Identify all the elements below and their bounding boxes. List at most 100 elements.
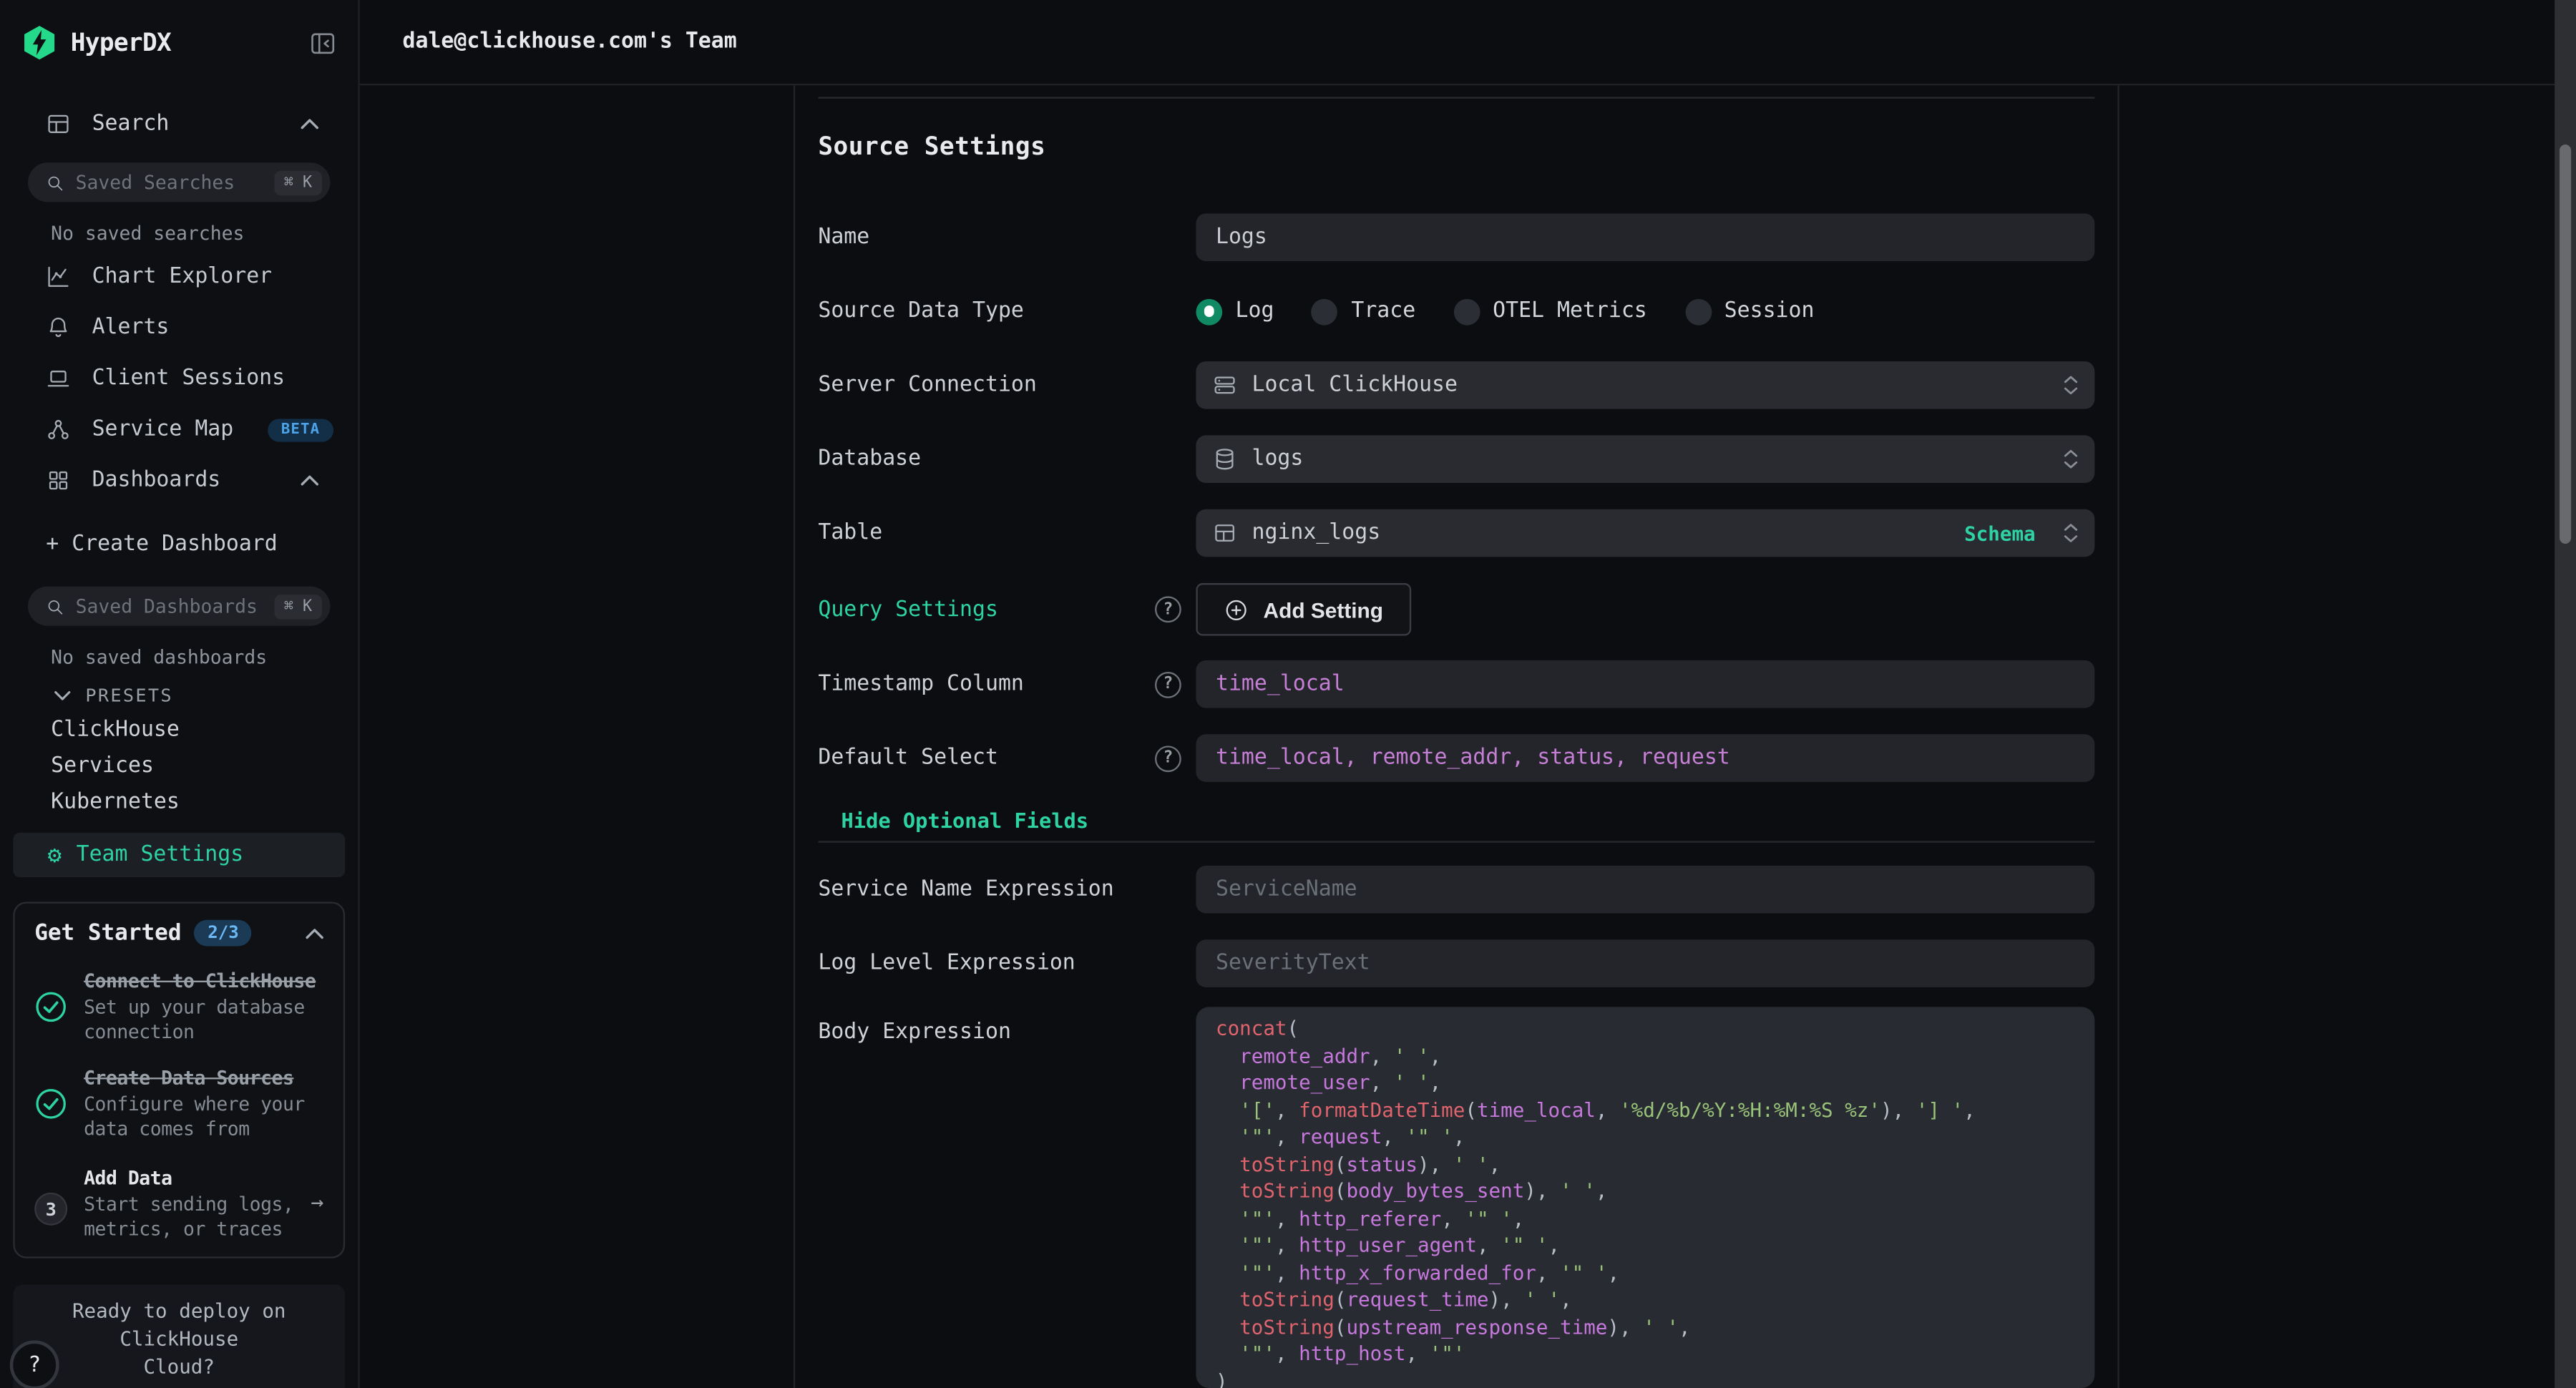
chevron-up-icon[interactable] xyxy=(301,117,318,129)
progress-badge: 2/3 xyxy=(195,920,252,947)
database-select[interactable]: logs xyxy=(1196,435,2094,483)
radio-option-trace[interactable]: Trace xyxy=(1312,298,1415,325)
source-data-type-row: Source Data Type Log Trace OTEL Metrics xyxy=(818,288,2094,336)
default-select-row: Default Select ? xyxy=(818,734,2094,782)
help-circle-icon[interactable]: ? xyxy=(1155,745,1181,771)
get-started-card: Get Started 2/3 Connect to ClickHouse Se… xyxy=(13,901,345,1258)
preset-item-services[interactable]: Services xyxy=(0,748,358,784)
sidebar-item-alerts[interactable]: Alerts xyxy=(0,302,358,353)
main-content: Source Settings Name Source Data Type Lo… xyxy=(360,85,2576,1388)
create-dashboard-button[interactable]: + Create Dashboard xyxy=(0,516,358,572)
get-started-header[interactable]: Get Started 2/3 xyxy=(34,920,323,947)
presets-label: PRESETS xyxy=(85,684,173,705)
radio-label: Trace xyxy=(1351,299,1415,323)
brand-name: HyperDX xyxy=(71,28,171,57)
timestamp-column-label: Timestamp Column xyxy=(818,672,1024,696)
table-select[interactable]: nginx_logs Schema xyxy=(1196,509,2094,557)
sidebar-item-label: Service Map xyxy=(92,417,234,441)
server-connection-label: Server Connection xyxy=(818,373,1196,397)
service-map-icon xyxy=(46,417,70,441)
laptop-icon xyxy=(46,366,70,391)
deploy-promo-panel: Ready to deploy on ClickHouse Cloud? Get… xyxy=(13,1284,345,1388)
table-label: Table xyxy=(818,521,1196,545)
sidebar-section-search[interactable]: Search xyxy=(0,99,358,148)
radio-option-session[interactable]: Session xyxy=(1685,298,1815,325)
get-started-title: Get Started xyxy=(34,920,181,947)
step-description: Start sending logs, metrics, or traces xyxy=(84,1193,294,1241)
radio-icon[interactable] xyxy=(1453,298,1480,325)
scrollbar-thumb[interactable] xyxy=(2560,145,2571,544)
service-name-label: Service Name Expression xyxy=(818,877,1196,901)
saved-dashboards-input[interactable]: Saved Dashboards ⌘ K xyxy=(28,587,330,626)
radio-icon[interactable] xyxy=(1312,298,1338,325)
preset-item-kubernetes[interactable]: Kubernetes xyxy=(0,783,358,820)
presets-toggle[interactable]: PRESETS xyxy=(0,678,358,711)
chevron-up-icon[interactable] xyxy=(306,927,323,939)
search-icon xyxy=(46,173,64,191)
help-circle-icon[interactable]: ? xyxy=(1155,671,1181,698)
sidebar-section-label: Search xyxy=(92,111,170,135)
get-started-step-2[interactable]: Create Data Sources Configure where your… xyxy=(34,1066,323,1140)
shortcut-badge: ⌘ K xyxy=(274,170,322,195)
select-chevrons-icon xyxy=(2064,449,2079,470)
saved-searches-input[interactable]: Saved Searches ⌘ K xyxy=(28,162,330,202)
get-started-step-3[interactable]: 3 Add Data Start sending logs, metrics, … xyxy=(34,1166,323,1240)
radio-selected-icon[interactable] xyxy=(1196,298,1222,325)
default-select-label: Default Select xyxy=(818,746,998,770)
logo-row: HyperDX xyxy=(0,0,358,85)
step-title: Create Data Sources xyxy=(84,1066,323,1089)
saved-dashboards-placeholder: Saved Dashboards xyxy=(76,595,258,617)
preset-item-clickhouse[interactable]: ClickHouse xyxy=(0,711,358,748)
bell-icon xyxy=(46,316,70,340)
search-table-icon xyxy=(46,111,70,135)
add-setting-button[interactable]: Add Setting xyxy=(1196,583,1411,635)
chart-explorer-icon xyxy=(46,265,70,289)
timestamp-column-input[interactable] xyxy=(1196,660,2094,708)
radio-label: Session xyxy=(1724,299,1815,323)
radio-option-otel-metrics[interactable]: OTEL Metrics xyxy=(1453,298,1647,325)
sidebar-item-dashboards[interactable]: Dashboards xyxy=(0,455,358,506)
name-row: Name xyxy=(818,213,2094,261)
server-connection-row: Server Connection Local ClickHouse xyxy=(818,361,2094,409)
help-circle-icon[interactable]: ? xyxy=(1155,596,1181,622)
source-settings-panel: Source Settings Name Source Data Type Lo… xyxy=(794,85,2119,1388)
get-started-step-1[interactable]: Connect to ClickHouse Set up your databa… xyxy=(34,969,323,1043)
query-settings-label: Query Settings xyxy=(818,597,998,622)
chevron-up-icon[interactable] xyxy=(301,475,318,487)
scrollbar-track[interactable] xyxy=(2555,0,2576,1388)
radio-icon[interactable] xyxy=(1685,298,1712,325)
check-circle-icon xyxy=(34,1088,67,1120)
body-expression-row: Body Expression concat( remote_addr, ' '… xyxy=(818,1007,2094,1388)
name-input[interactable] xyxy=(1196,213,2094,261)
sidebar-collapse-icon[interactable] xyxy=(309,29,337,57)
log-level-input[interactable] xyxy=(1196,939,2094,987)
check-circle-icon xyxy=(34,990,67,1023)
radio-label: OTEL Metrics xyxy=(1493,299,1647,323)
service-name-input[interactable] xyxy=(1196,866,2094,914)
team-title: dale@clickhouse.com's Team xyxy=(403,29,737,54)
help-button[interactable]: ? xyxy=(10,1340,59,1388)
hide-optional-fields-link[interactable]: Hide Optional Fields xyxy=(841,808,1089,835)
sidebar-item-chart-explorer[interactable]: Chart Explorer xyxy=(0,251,358,302)
sidebar-item-service-map[interactable]: Service Map BETA xyxy=(0,404,358,455)
default-select-input[interactable] xyxy=(1196,734,2094,782)
step-title: Add Data xyxy=(84,1166,294,1189)
server-connection-select[interactable]: Local ClickHouse xyxy=(1196,361,2094,409)
table-row-field: Table nginx_logs Schema xyxy=(818,509,2094,557)
timestamp-column-row: Timestamp Column ? xyxy=(818,660,2094,708)
page-title: Source Settings xyxy=(818,132,2094,161)
gear-icon: ⚙ xyxy=(48,844,62,866)
table-value: nginx_logs xyxy=(1252,521,1380,545)
radio-option-log[interactable]: Log xyxy=(1196,298,1274,325)
step-number-badge: 3 xyxy=(34,1193,67,1226)
schema-link[interactable]: Schema xyxy=(1964,522,2036,544)
sidebar-item-team-settings[interactable]: ⚙ Team Settings xyxy=(13,833,345,877)
sidebar-item-client-sessions[interactable]: Client Sessions xyxy=(0,353,358,404)
radio-label: Log xyxy=(1236,299,1274,323)
question-mark-icon: ? xyxy=(28,1353,41,1377)
chevron-down-icon xyxy=(54,689,71,700)
optional-fields-divider xyxy=(818,841,2094,843)
body-expression-editor[interactable]: concat( remote_addr, ' ', remote_user, '… xyxy=(1196,1007,2094,1388)
service-name-row: Service Name Expression xyxy=(818,866,2094,914)
sidebar-nav: Chart Explorer Alerts Client Sessions Se… xyxy=(0,251,358,506)
